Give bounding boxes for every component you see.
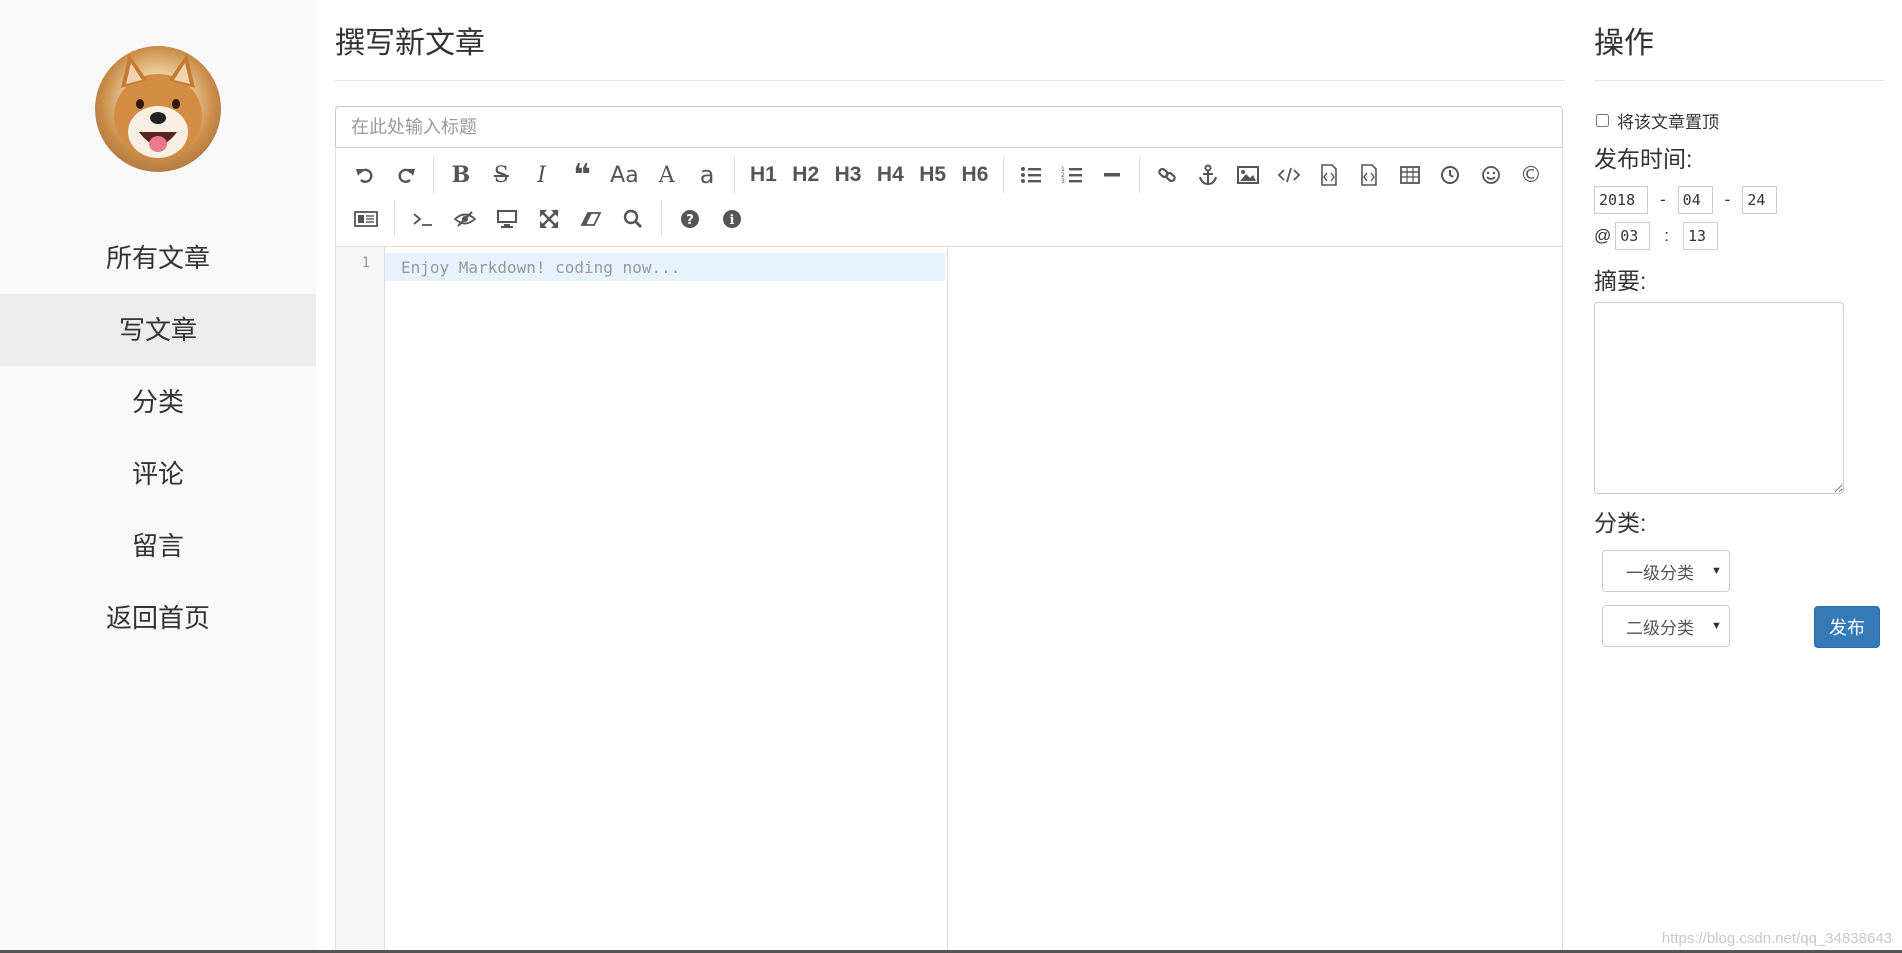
secondary-category-value: 二级分类 bbox=[1626, 618, 1694, 638]
toolbar-row-1: B S I ❝ Aa A a H1 H2 H3 H4 H5 H6 123 © bbox=[346, 153, 1552, 197]
fullscreen-icon[interactable] bbox=[529, 201, 569, 237]
markdown-preview-pane bbox=[948, 247, 1562, 952]
date-separator: - bbox=[1660, 190, 1666, 209]
page-title: 撰写新文章 bbox=[335, 27, 485, 60]
publish-time-label: 发布时间: bbox=[1594, 146, 1693, 172]
editor-toolbar: B S I ❝ Aa A a H1 H2 H3 H4 H5 H6 123 © ?… bbox=[336, 149, 1562, 247]
hr-icon[interactable] bbox=[1093, 157, 1131, 193]
toolbar-separator bbox=[734, 157, 736, 193]
pagebreak-icon[interactable] bbox=[346, 201, 386, 237]
italic-icon[interactable]: I bbox=[523, 157, 561, 193]
anchor-icon[interactable] bbox=[1189, 157, 1227, 193]
day-input[interactable] bbox=[1742, 186, 1778, 214]
summary-textarea[interactable] bbox=[1594, 302, 1844, 494]
year-input[interactable] bbox=[1594, 186, 1648, 214]
h1-button[interactable]: H1 bbox=[743, 157, 783, 193]
hour-input[interactable] bbox=[1615, 222, 1651, 250]
quote-icon[interactable]: ❝ bbox=[563, 157, 601, 193]
publish-date-row: - - bbox=[1594, 186, 1778, 214]
sidebar-item-categories[interactable]: 分类 bbox=[0, 366, 316, 438]
line-number: 1 bbox=[361, 255, 370, 271]
svg-text:3: 3 bbox=[1061, 178, 1065, 185]
markdown-editor: B S I ❝ Aa A a H1 H2 H3 H4 H5 H6 123 © ?… bbox=[335, 149, 1563, 953]
h3-button[interactable]: H3 bbox=[828, 157, 868, 193]
terminal-icon[interactable] bbox=[403, 201, 443, 237]
ucwords-icon[interactable]: A bbox=[648, 157, 686, 193]
h2-button[interactable]: H2 bbox=[786, 157, 826, 193]
redo-icon[interactable] bbox=[386, 157, 424, 193]
secondary-category-select[interactable]: 二级分类 ▼ bbox=[1602, 605, 1730, 647]
watermark: https://blog.csdn.net/qq_34838643 bbox=[1661, 930, 1892, 947]
preview-icon[interactable] bbox=[487, 201, 527, 237]
sidebar: 所有文章 写文章 分类 评论 留言 返回首页 bbox=[0, 0, 316, 953]
sidebar-item-home[interactable]: 返回首页 bbox=[0, 582, 316, 654]
help-icon[interactable]: ? bbox=[670, 201, 710, 237]
pin-to-top-label: 将该文章置顶 bbox=[1617, 113, 1719, 132]
time-separator: : bbox=[1664, 226, 1669, 245]
sidebar-nav: 所有文章 写文章 分类 评论 留言 返回首页 bbox=[0, 222, 316, 654]
list-ul-icon[interactable] bbox=[1012, 157, 1050, 193]
link-icon[interactable] bbox=[1148, 157, 1186, 193]
preformatted-code-icon[interactable] bbox=[1310, 157, 1348, 193]
svg-text:i: i bbox=[730, 213, 735, 228]
code-icon[interactable] bbox=[1269, 157, 1307, 193]
divider bbox=[335, 80, 1565, 81]
month-input[interactable] bbox=[1677, 186, 1713, 214]
code-block-icon[interactable] bbox=[1350, 157, 1388, 193]
sidebar-item-messages[interactable]: 留言 bbox=[0, 510, 316, 582]
caret-down-icon: ▼ bbox=[1711, 565, 1722, 577]
primary-category-select[interactable]: 一级分类 ▼ bbox=[1602, 550, 1730, 592]
toolbar-separator bbox=[1003, 157, 1005, 193]
primary-category-value: 一级分类 bbox=[1626, 563, 1694, 583]
search-icon[interactable] bbox=[613, 201, 653, 237]
uppercase-icon[interactable]: Aa bbox=[603, 157, 645, 193]
category-label: 分类: bbox=[1594, 510, 1647, 536]
publish-time-row: @ : bbox=[1594, 222, 1718, 250]
sidebar-item-all-articles[interactable]: 所有文章 bbox=[0, 222, 316, 294]
toolbar-separator bbox=[661, 201, 662, 237]
main-content: 撰写新文章 B S I ❝ Aa A a H1 bbox=[335, 0, 1565, 953]
publish-button[interactable]: 发布 bbox=[1814, 606, 1880, 648]
line-number-gutter: 1 bbox=[336, 247, 385, 952]
html-entities-icon[interactable]: © bbox=[1512, 157, 1550, 193]
table-icon[interactable] bbox=[1391, 157, 1429, 193]
lowercase-icon[interactable]: a bbox=[688, 157, 726, 193]
strikethrough-icon[interactable]: S bbox=[482, 157, 520, 193]
toolbar-separator bbox=[1139, 157, 1141, 193]
pin-to-top-checkbox[interactable] bbox=[1596, 114, 1609, 127]
panel-title: 操作 bbox=[1594, 27, 1654, 60]
h5-button[interactable]: H5 bbox=[913, 157, 953, 193]
info-icon[interactable]: i bbox=[712, 201, 752, 237]
h6-button[interactable]: H6 bbox=[955, 157, 995, 193]
editor-placeholder: Enjoy Markdown! coding now... bbox=[401, 258, 681, 277]
sidebar-item-comments[interactable]: 评论 bbox=[0, 438, 316, 510]
summary-label: 摘要: bbox=[1594, 268, 1647, 294]
toolbar-separator bbox=[432, 157, 434, 193]
list-ol-icon[interactable]: 123 bbox=[1052, 157, 1090, 193]
caret-down-icon: ▼ bbox=[1711, 620, 1722, 632]
bold-icon[interactable]: B bbox=[442, 157, 480, 193]
minute-input[interactable] bbox=[1683, 222, 1718, 250]
pin-to-top-option: 将该文章置顶 bbox=[1594, 108, 1719, 133]
article-title-input[interactable] bbox=[335, 106, 1563, 148]
date-separator: - bbox=[1724, 190, 1731, 209]
emoji-icon[interactable] bbox=[1471, 157, 1509, 193]
datetime-icon[interactable] bbox=[1431, 157, 1469, 193]
avatar bbox=[95, 46, 221, 172]
toolbar-row-2: ? i bbox=[346, 197, 1552, 241]
undo-icon[interactable] bbox=[346, 157, 384, 193]
clear-icon[interactable] bbox=[571, 201, 611, 237]
h4-button[interactable]: H4 bbox=[870, 157, 910, 193]
toolbar-separator bbox=[394, 201, 395, 237]
sidebar-item-write-article[interactable]: 写文章 bbox=[0, 294, 316, 366]
divider bbox=[1594, 80, 1884, 81]
operations-panel: 操作 将该文章置顶 发布时间: - - @ : 摘要: 分类: 一级分类 ▼ 二… bbox=[1594, 0, 1884, 953]
at-symbol: @ bbox=[1594, 226, 1612, 245]
svg-text:?: ? bbox=[686, 213, 694, 228]
watch-toggle-icon[interactable] bbox=[445, 201, 485, 237]
markdown-code-pane[interactable]: 1 Enjoy Markdown! coding now... bbox=[336, 247, 948, 952]
image-icon[interactable] bbox=[1229, 157, 1267, 193]
